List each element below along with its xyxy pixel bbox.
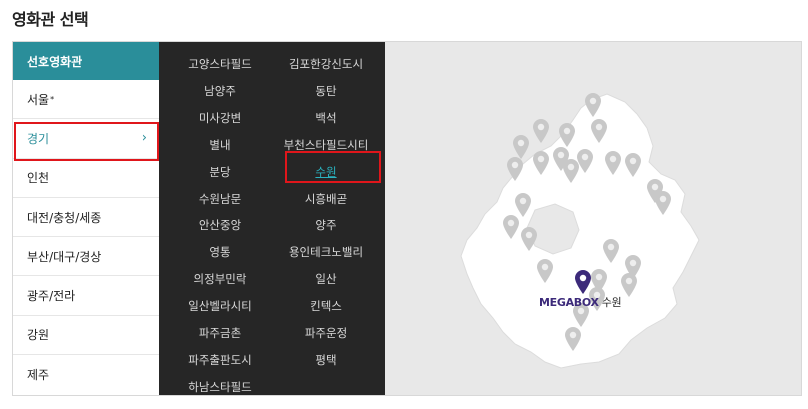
region-label: 대전/충청/세종 — [27, 210, 102, 225]
region-label: 부산/대구/경상 — [27, 249, 102, 264]
map-pin-icon[interactable] — [604, 150, 622, 176]
map-pin-icon[interactable] — [558, 122, 576, 148]
theater-item[interactable]: 영통 — [165, 244, 275, 260]
theater-item[interactable]: 평택 — [271, 352, 381, 368]
selected-theater-label: MEGABOX 수원 — [539, 294, 622, 310]
region-jeju[interactable]: 제주 — [13, 355, 159, 394]
map-pin-icon[interactable] — [532, 150, 550, 176]
chevron-right-icon: › — [141, 130, 147, 146]
theater-item[interactable]: 수원 — [271, 164, 381, 180]
theater-item[interactable]: 하남스타필드 — [165, 379, 275, 395]
map-pin-icon[interactable] — [532, 118, 550, 144]
region-seoul[interactable]: 서울 * — [13, 80, 159, 120]
brand-logo: MEGABOX — [539, 296, 599, 309]
selected-map-pin-icon[interactable] — [574, 269, 592, 295]
theater-item[interactable]: 일산벨라시티 — [165, 298, 275, 314]
theater-item[interactable]: 부천스타필드시티 — [271, 137, 381, 153]
map-pin-icon[interactable] — [576, 148, 594, 174]
theater-item[interactable]: 미사강변 — [165, 110, 275, 126]
selected-theater-name: 수원 — [601, 296, 622, 309]
map-pin-icon[interactable] — [564, 326, 582, 352]
theater-item[interactable]: 의정부민락 — [165, 271, 275, 287]
theater-item[interactable]: 파주금촌 — [165, 325, 275, 341]
theater-item[interactable]: 수원남문 — [165, 191, 275, 207]
region-label: 강원 — [27, 328, 50, 343]
theater-item[interactable]: 용인테크노밸리 — [271, 244, 381, 260]
region-label: 경기 — [27, 131, 50, 146]
theater-item[interactable]: 시흥배곧 — [271, 191, 381, 207]
map-pin-icon[interactable] — [536, 258, 554, 284]
theater-list: 고양스타필드남양주미사강변별내분당수원남문안산중앙영통의정부민락일산벨라시티파주… — [159, 42, 385, 395]
theater-item[interactable]: 파주출판도시 — [165, 352, 275, 368]
map-pin-icon[interactable] — [506, 156, 524, 182]
theater-item[interactable]: 김포한강신도시 — [271, 56, 381, 72]
theater-item[interactable]: 양주 — [271, 217, 381, 233]
theater-item[interactable]: 킨텍스 — [271, 298, 381, 314]
theater-item[interactable]: 안산중앙 — [165, 217, 275, 233]
region-label: 제주 — [27, 368, 50, 383]
region-gwangju-jeolla[interactable]: 광주/전라 — [13, 276, 159, 316]
map-pin-icon[interactable] — [520, 226, 538, 252]
category-preferred-theaters[interactable]: 선호영화관 — [13, 42, 159, 80]
map-pin-icon[interactable] — [584, 92, 602, 118]
region-badge: * — [50, 94, 55, 104]
region-label: 인천 — [27, 171, 50, 186]
region-busan-daegu-gyeongsang[interactable]: 부산/대구/경상 — [13, 237, 159, 277]
theater-item[interactable]: 백석 — [271, 110, 381, 126]
map-pin-icon[interactable] — [654, 190, 672, 216]
theater-item[interactable]: 고양스타필드 — [165, 56, 275, 72]
region-incheon[interactable]: 인천 — [13, 159, 159, 198]
region-label: 광주/전라 — [27, 289, 76, 304]
page-title: 영화관 선택 — [12, 10, 89, 29]
region-label: 서울 — [27, 92, 50, 107]
theater-item[interactable]: 동탄 — [271, 83, 381, 99]
region-list: 선호영화관 서울 * 경기 › 인천 대전/충청/세종 부산/대구/경상 광주/전… — [13, 42, 159, 395]
theater-item[interactable]: 파주운정 — [271, 325, 381, 341]
region-gangwon[interactable]: 강원 — [13, 316, 159, 356]
theater-item[interactable]: 일산 — [271, 271, 381, 287]
region-map: MEGABOX 수원 — [385, 42, 801, 395]
map-pin-icon[interactable] — [590, 118, 608, 144]
theater-item[interactable]: 별내 — [165, 137, 275, 153]
map-pin-icon[interactable] — [502, 214, 520, 240]
map-pin-icon[interactable] — [624, 152, 642, 178]
theater-item[interactable]: 분당 — [165, 164, 275, 180]
map-pin-icon[interactable] — [620, 272, 638, 298]
theater-selection-panel: 선호영화관 서울 * 경기 › 인천 대전/충청/세종 부산/대구/경상 광주/전… — [12, 41, 802, 396]
region-daejeon-chungcheong-sejong[interactable]: 대전/충청/세종 — [13, 198, 159, 238]
map-pin-icon[interactable] — [602, 238, 620, 264]
theater-item[interactable]: 남양주 — [165, 83, 275, 99]
region-gyeonggi[interactable]: 경기 › — [13, 119, 159, 159]
